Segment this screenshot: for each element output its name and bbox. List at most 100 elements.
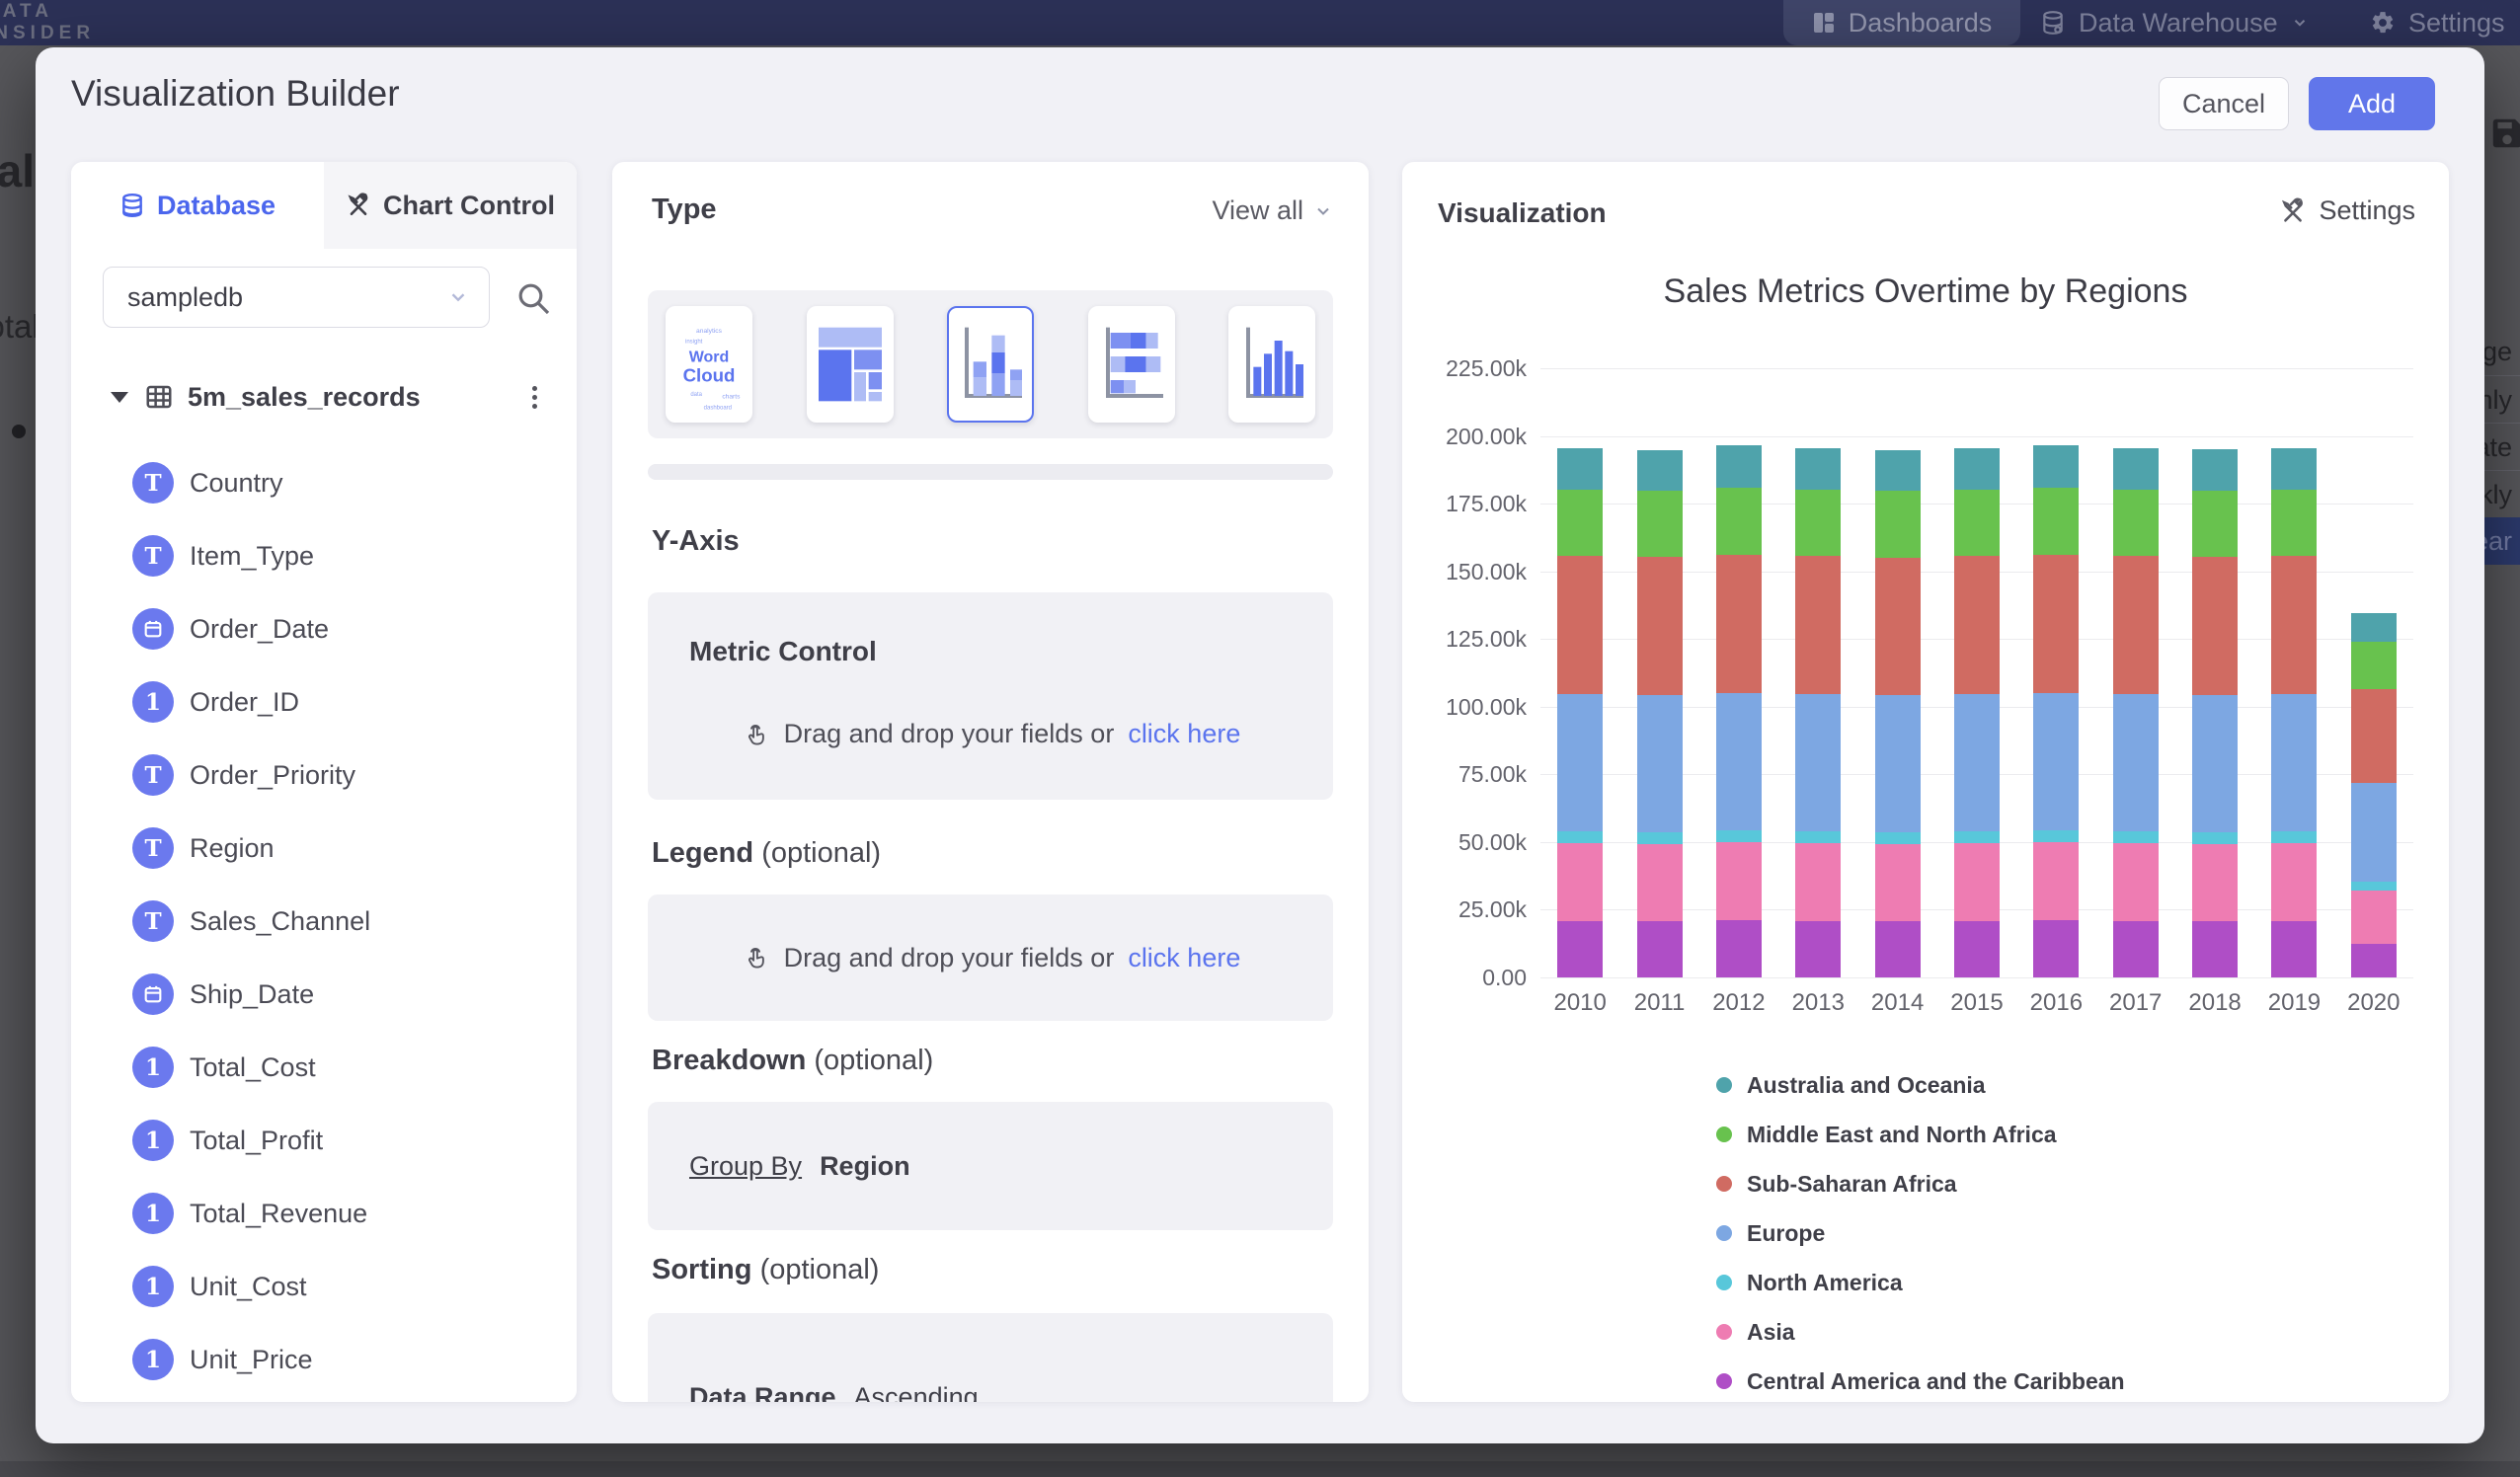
table-icon xyxy=(144,382,174,412)
save-icon[interactable] xyxy=(2488,115,2520,152)
tap-click-icon xyxy=(741,943,770,972)
text-field-icon: T xyxy=(132,827,174,869)
svg-text:insight: insight xyxy=(685,340,703,346)
chart-type-stacked-bar-horizontal[interactable] xyxy=(1088,306,1175,423)
nav-item-settings[interactable]: Settings xyxy=(2370,0,2505,45)
field-item-unit_cost[interactable]: 1Unit_Cost xyxy=(71,1250,577,1323)
add-button[interactable]: Add xyxy=(2309,77,2435,130)
x-axis-tick-label: 2011 xyxy=(1620,989,1699,1017)
group-by-label[interactable]: Group By xyxy=(689,1151,802,1182)
bar-segment xyxy=(1875,832,1921,844)
field-item-ship_date[interactable]: Ship_Date xyxy=(71,958,577,1031)
bar-segment xyxy=(1954,921,2000,977)
x-axis-tick-label: 2017 xyxy=(2096,989,2175,1017)
date-field-icon xyxy=(132,973,174,1015)
bar-segment xyxy=(1716,693,1762,830)
x-axis-tick-label: 2018 xyxy=(2175,989,2254,1017)
field-label: Total_Revenue xyxy=(190,1199,367,1229)
breakdown-card[interactable]: Group By Region xyxy=(648,1102,1333,1230)
metric-drop-zone[interactable]: Drag and drop your fields or click here xyxy=(648,719,1333,749)
sorting-card[interactable]: Data Range Ascending xyxy=(648,1313,1333,1402)
table-name: 5m_sales_records xyxy=(188,382,522,413)
nav-label: Dashboards xyxy=(1849,8,1993,39)
bar-segment xyxy=(2351,689,2397,782)
bar-segment xyxy=(1716,445,1762,488)
chart-type-column[interactable] xyxy=(1228,306,1315,423)
backdrop-footer xyxy=(0,1461,2520,1477)
bar-segment xyxy=(2192,491,2238,558)
bar-2017 xyxy=(2113,448,2159,977)
nav-item-dashboards[interactable]: Dashboards xyxy=(1783,0,2020,45)
field-label: Unit_Cost xyxy=(190,1272,307,1302)
expand-arrow-icon[interactable] xyxy=(111,392,128,403)
bar-segment xyxy=(2271,694,2317,831)
bar-segment xyxy=(2271,448,2317,490)
field-item-order_priority[interactable]: TOrder_Priority xyxy=(71,738,577,812)
date-field-icon xyxy=(132,608,174,650)
panel-tabs: Database Chart Control xyxy=(71,162,577,249)
field-item-unit_price[interactable]: 1Unit_Price xyxy=(71,1323,577,1396)
bar-segment xyxy=(1637,844,1683,921)
bar-2014 xyxy=(1875,450,1921,977)
table-tree-item[interactable]: 5m_sales_records xyxy=(101,375,547,419)
legend-label: Asia xyxy=(1747,1319,1795,1346)
database-panel: Database Chart Control sampledb xyxy=(71,162,577,1402)
field-item-total_profit[interactable]: 1Total_Profit xyxy=(71,1104,577,1177)
chevron-down-icon xyxy=(447,286,469,308)
number-field-icon: 1 xyxy=(132,681,174,723)
bar-segment xyxy=(1795,490,1841,557)
view-all-button[interactable]: View all xyxy=(1212,195,1333,226)
bar-segment xyxy=(2113,843,2159,921)
bar-2020 xyxy=(2351,613,2397,977)
bar-2015 xyxy=(1954,448,2000,977)
bar-segment xyxy=(1795,448,1841,490)
bar-segment xyxy=(1557,490,1603,557)
viz-settings-button[interactable]: Settings xyxy=(2279,195,2415,226)
legend-label: Sub-Saharan Africa xyxy=(1747,1171,1957,1198)
bar-segment xyxy=(2271,843,2317,921)
bar-segment xyxy=(2192,695,2238,832)
legend-item: Middle East and North Africa xyxy=(1716,1110,2125,1159)
click-here-link[interactable]: click here xyxy=(1128,943,1240,973)
y-axis-tick-label: 225.00k xyxy=(1402,355,1527,382)
field-item-country[interactable]: TCountry xyxy=(71,446,577,519)
field-item-item_type[interactable]: TItem_Type xyxy=(71,519,577,592)
field-label: Region xyxy=(190,833,275,864)
field-item-sales_channel[interactable]: TSales_Channel xyxy=(71,885,577,958)
bar-segment xyxy=(1795,921,1841,977)
chart-type-word-cloud[interactable]: analytics insight Word Cloud data charts… xyxy=(666,306,752,423)
chart-type-row: analytics insight Word Cloud data charts… xyxy=(648,290,1333,438)
bar-segment xyxy=(1875,921,1921,977)
chart-type-treemap[interactable] xyxy=(807,306,894,423)
y-axis-heading: Y-Axis xyxy=(652,525,740,558)
nav-item-data-warehouse[interactable]: Data Warehouse xyxy=(2040,0,2309,45)
search-icon[interactable] xyxy=(513,278,553,318)
legend-dot xyxy=(1716,1373,1732,1389)
field-item-total_cost[interactable]: 1Total_Cost xyxy=(71,1031,577,1104)
chart-type-stacked-column[interactable] xyxy=(947,306,1034,423)
legend-drop-zone[interactable]: Drag and drop your fields or click here xyxy=(648,894,1333,1021)
nav-label: Data Warehouse xyxy=(2079,8,2278,39)
tab-chart-control[interactable]: Chart Control xyxy=(324,162,577,249)
bar-segment xyxy=(1954,843,2000,921)
page-title: Visualization Builder xyxy=(71,73,400,115)
bar-segment xyxy=(2351,783,2397,882)
type-row-scrollbar[interactable] xyxy=(648,464,1333,480)
app-logo: DATA INSIDER xyxy=(0,1,95,44)
field-item-order_id[interactable]: 1Order_ID xyxy=(71,665,577,738)
tools-icon xyxy=(346,193,371,218)
backdrop-text-remnant: Total xyxy=(0,308,39,346)
field-item-total_revenue[interactable]: 1 Total_Revenue xyxy=(71,1177,577,1250)
bar-segment xyxy=(2351,642,2397,689)
svg-text:dashboard: dashboard xyxy=(704,405,732,411)
field-item-order_date[interactable]: Order_Date xyxy=(71,592,577,665)
database-select[interactable]: sampledb xyxy=(103,267,490,328)
cancel-button[interactable]: Cancel xyxy=(2159,77,2289,130)
click-here-link[interactable]: click here xyxy=(1128,719,1240,749)
number-field-icon: 1 xyxy=(132,1193,174,1234)
field-item-region[interactable]: T Region xyxy=(71,812,577,885)
number-field-icon: 1 xyxy=(132,1339,174,1380)
tab-database[interactable]: Database xyxy=(71,162,324,249)
table-menu-icon[interactable] xyxy=(522,382,547,413)
bar-segment xyxy=(2113,694,2159,831)
